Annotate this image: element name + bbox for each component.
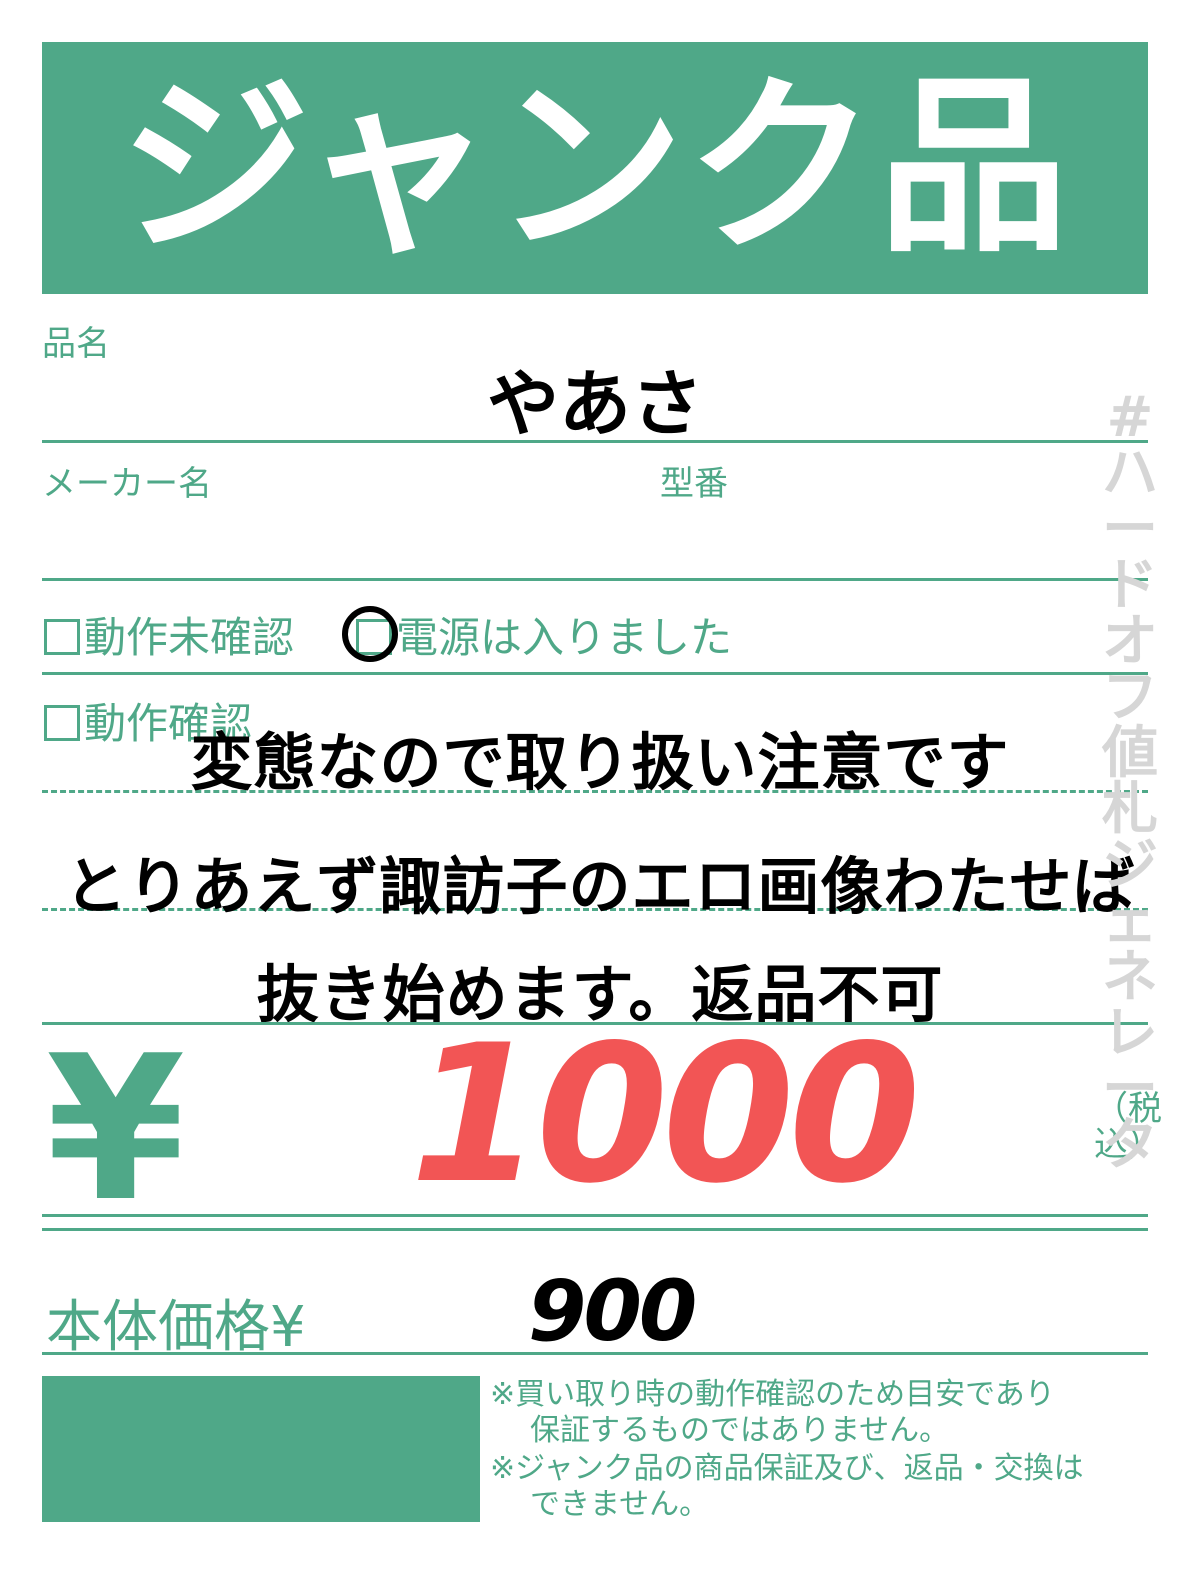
page-title: ジャンク品 (119, 57, 1071, 278)
price-value: 1000 (410, 1004, 921, 1225)
divider (42, 1352, 1148, 1355)
checkbox-icon (44, 619, 80, 655)
divider (42, 578, 1148, 581)
divider (42, 1228, 1148, 1231)
disclaimer-line-1: ※買い取り時の動作確認のため目安であり (490, 1377, 1055, 1412)
check-power-on-label: 電源は入りました (396, 613, 733, 662)
title-banner: ジャンク品 (42, 42, 1148, 294)
circle-check-mark (342, 606, 398, 662)
divider (42, 440, 1148, 443)
divider (42, 1214, 1148, 1217)
check-power-on: 電源は入りました (356, 604, 732, 665)
check-unverified: 動作未確認 (44, 604, 294, 665)
note-line-1: 変態なので取り扱い注意です (190, 726, 1010, 799)
model-label: 型番 (660, 464, 728, 504)
disclaimer-line-4: できません。 (530, 1487, 710, 1522)
disclaimer-line-2: 保証するものではありません。 (530, 1413, 950, 1448)
note-line-2: とりあえず諏訪子のエロ画像わたせば (64, 850, 1136, 923)
product-name-value: やあさ (486, 362, 703, 446)
watermark-text: #ハードオフ値札ジェネレータ (1102, 385, 1158, 1178)
stamp-box (42, 1376, 480, 1522)
divider (42, 672, 1148, 675)
yen-sign: ¥ (46, 1013, 186, 1246)
body-price-value: 900 (528, 1262, 697, 1360)
maker-label: メーカー名 (42, 464, 212, 504)
body-price-label: 本体価格¥ (46, 1295, 306, 1360)
check-unverified-label: 動作未確認 (84, 613, 295, 662)
disclaimer-line-3: ※ジャンク品の商品保証及び、返品・交換は (490, 1451, 1084, 1486)
